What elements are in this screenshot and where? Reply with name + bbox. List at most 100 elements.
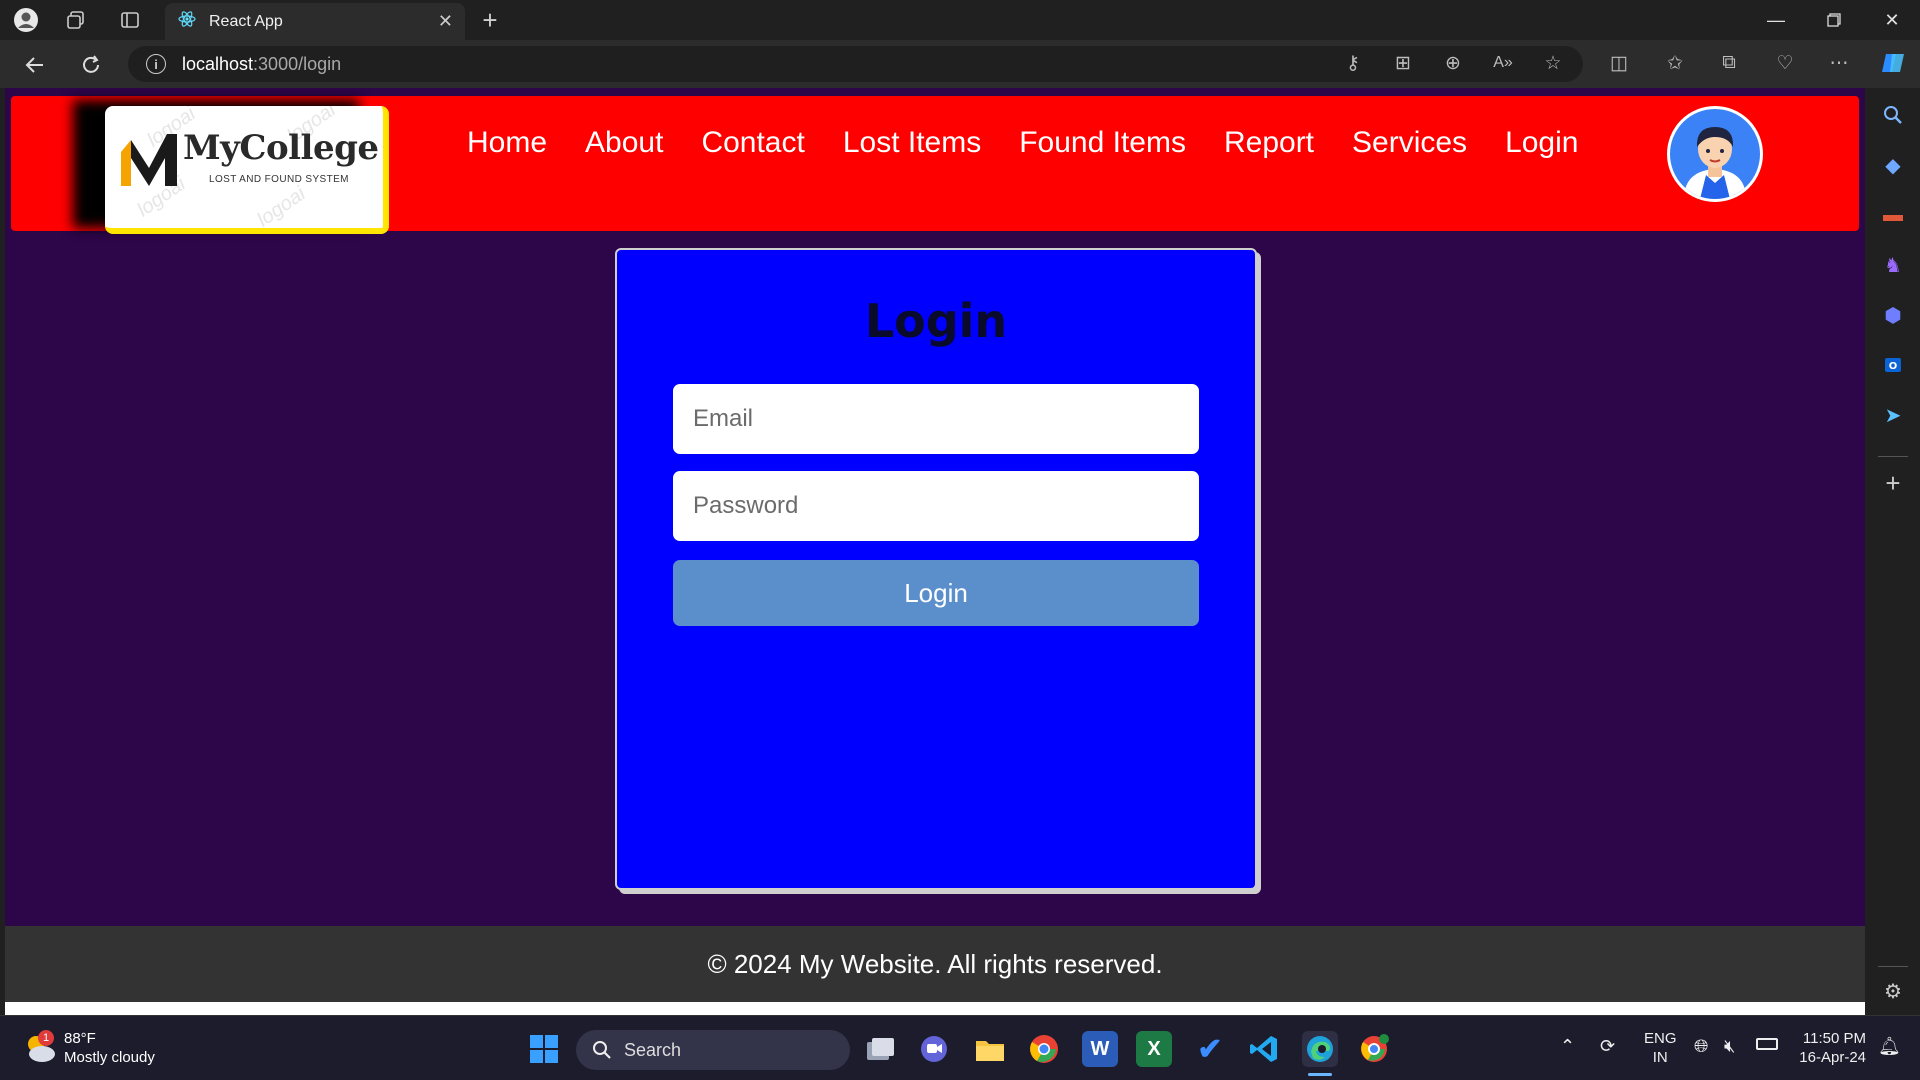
nav-about[interactable]: About (585, 126, 663, 160)
todo-check-icon[interactable]: ✔ (1192, 1031, 1228, 1067)
nav-services[interactable]: Services (1352, 126, 1467, 160)
search-label: Search (624, 1039, 682, 1060)
split-screen-icon[interactable]: ◫ (1604, 48, 1634, 78)
office-icon[interactable]: ⬢ (1878, 300, 1908, 330)
close-tab-icon[interactable]: ✕ (438, 11, 453, 32)
site-logo[interactable]: logoai logoai logoai logoai MyCollege LO… (105, 106, 389, 234)
copilot-icon[interactable] (1878, 48, 1908, 78)
favorite-star-icon[interactable]: ☆ (1538, 48, 1568, 78)
speaker-muted-icon[interactable]: 🔇︎ (1724, 1036, 1735, 1057)
react-icon (177, 9, 197, 34)
browser-title-bar: React App ✕ + — ✕ (0, 0, 1920, 40)
horizontal-scrollbar[interactable] (5, 1002, 1865, 1015)
footer-text: © 2024 My Website. All rights reserved. (707, 948, 1163, 979)
nav-found-items[interactable]: Found Items (1019, 126, 1186, 160)
weather-temp: 88°F (64, 1030, 96, 1047)
logo-watermark: logoai (253, 182, 310, 232)
key-icon[interactable]: ⚷ (1338, 48, 1368, 78)
chevron-up-icon[interactable]: ⌃ (1560, 1036, 1575, 1057)
tools-icon[interactable]: ▬ (1878, 200, 1908, 230)
app-available-icon[interactable]: ⊞ (1388, 48, 1418, 78)
site-info-icon[interactable]: i (146, 54, 166, 74)
user-avatar[interactable] (1667, 106, 1763, 202)
search-icon[interactable] (1878, 100, 1908, 130)
excel-icon[interactable]: X (1136, 1031, 1172, 1067)
more-options-icon[interactable]: ⋯ (1824, 48, 1854, 78)
page-viewport: logoai logoai logoai logoai MyCollege LO… (5, 88, 1865, 1015)
weather-widget[interactable]: 88°F Mostly cloudy (64, 1029, 155, 1067)
task-view-icon[interactable] (862, 1031, 898, 1067)
weather-icon[interactable]: 1 (22, 1030, 58, 1066)
language-indicator[interactable]: ENG IN (1644, 1029, 1677, 1067)
url-path: :3000/login (253, 53, 342, 74)
profile-icon[interactable] (12, 6, 40, 34)
add-icon[interactable]: + (1878, 468, 1908, 498)
teams-chat-icon[interactable] (916, 1031, 952, 1067)
notification-bell-icon[interactable]: 🔔︎ (1878, 1036, 1901, 1057)
close-window-icon[interactable]: ✕ (1864, 0, 1920, 40)
chrome-profile-icon[interactable] (1356, 1031, 1392, 1067)
outlook-icon[interactable]: O (1878, 350, 1908, 380)
word-icon[interactable]: W (1082, 1031, 1118, 1067)
vscode-icon[interactable] (1246, 1031, 1282, 1067)
gear-icon[interactable]: ⚙ (1878, 976, 1908, 1006)
svg-text:O: O (1889, 361, 1898, 372)
email-field[interactable] (673, 384, 1199, 454)
network-icon[interactable]: 🌐︎ (1694, 1036, 1708, 1057)
language-line2: IN (1652, 1049, 1668, 1066)
edge-icon[interactable] (1302, 1031, 1338, 1067)
nav-login[interactable]: Login (1505, 126, 1578, 160)
send-icon[interactable]: ➤ (1878, 400, 1908, 430)
battery-icon[interactable] (1756, 1038, 1778, 1050)
weather-badge: 1 (38, 1030, 54, 1046)
clock[interactable]: 11:50 PM 16-Apr-24 (1792, 1029, 1866, 1067)
chrome-icon[interactable] (1026, 1031, 1062, 1067)
nav-contact[interactable]: Contact (701, 126, 804, 160)
language-line1: ENG (1644, 1030, 1677, 1047)
taskbar-search[interactable]: Search (576, 1030, 850, 1070)
logo-m-icon (121, 134, 177, 186)
new-tab-icon[interactable]: + (476, 5, 504, 35)
login-button[interactable]: Login (673, 560, 1199, 626)
nav-lost-items[interactable]: Lost Items (843, 126, 981, 160)
login-card: Login Login (615, 248, 1257, 890)
refresh-icon[interactable] (76, 50, 106, 80)
nav-report[interactable]: Report (1224, 126, 1314, 160)
collections-icon[interactable]: ⧉ (1714, 48, 1744, 78)
tab-title: React App (209, 12, 283, 30)
zoom-icon[interactable]: ⊕ (1438, 48, 1468, 78)
browser-essentials-icon[interactable]: ♡ (1770, 48, 1800, 78)
workspaces-icon[interactable] (62, 6, 90, 34)
password-field[interactable] (673, 471, 1199, 541)
weather-desc: Mostly cloudy (64, 1049, 155, 1066)
minimize-icon[interactable]: — (1748, 0, 1804, 40)
clock-time: 11:50 PM (1802, 1030, 1866, 1047)
windows-taskbar: 1 88°F Mostly cloudy Search W X ✔ ⌃ ⟳ EN… (0, 1015, 1920, 1080)
sync-icon[interactable]: ⟳ (1600, 1036, 1615, 1057)
site-footer: © 2024 My Website. All rights reserved. (5, 926, 1865, 1002)
back-icon[interactable] (20, 50, 50, 80)
browser-toolbar: i localhost:3000/login ⚷ ⊞ ⊕ A» ☆ ◫ ✩ ⧉ … (0, 40, 1920, 88)
edge-sidebar: ◆ ▬ ♞ ⬢ O ➤ + ⚙ (1866, 88, 1920, 1015)
main-nav: Home About Contact Lost Items Found Item… (467, 126, 1578, 160)
read-aloud-icon[interactable]: A» (1488, 48, 1518, 78)
site-header: logoai logoai logoai logoai MyCollege LO… (11, 96, 1859, 234)
url-host: localhost (182, 53, 254, 74)
logo-name: MyCollege (183, 128, 379, 168)
file-explorer-icon[interactable] (972, 1031, 1008, 1067)
nav-home[interactable]: Home (467, 126, 547, 160)
active-app-indicator (1308, 1073, 1332, 1076)
browser-tab[interactable]: React App ✕ (165, 3, 465, 40)
shopping-tag-icon[interactable]: ◆ (1878, 150, 1908, 180)
logo-subtitle: LOST AND FOUND SYSTEM (209, 174, 349, 185)
login-title: Login (864, 294, 1008, 348)
games-icon[interactable]: ♞ (1878, 250, 1908, 280)
sidebar-divider (1878, 456, 1908, 457)
restore-icon[interactable] (1806, 0, 1862, 40)
favorites-icon[interactable]: ✩ (1660, 48, 1690, 78)
windows-start-icon[interactable] (526, 1031, 562, 1067)
sidebar-divider (1878, 966, 1908, 967)
vertical-tabs-icon[interactable] (116, 6, 144, 34)
search-icon (593, 1041, 611, 1059)
clock-date: 16-Apr-24 (1799, 1049, 1866, 1066)
